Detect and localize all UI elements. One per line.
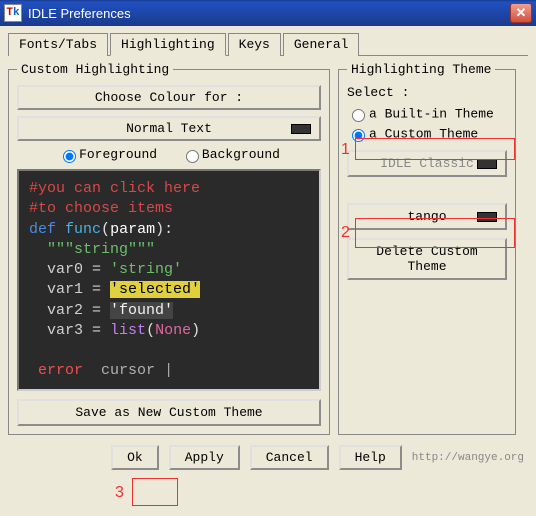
choose-colour-label: Choose Colour for : [95, 90, 243, 105]
app-icon: Tk [4, 4, 22, 22]
element-select-label: Normal Text [126, 121, 212, 136]
delete-custom-theme-button[interactable]: Delete Custom Theme [347, 238, 507, 280]
callout-3: 3 [115, 484, 124, 502]
select-label: Select : [347, 85, 507, 100]
close-button[interactable]: ✕ [510, 3, 532, 23]
cancel-button[interactable]: Cancel [250, 445, 329, 470]
ok-button[interactable]: Ok [111, 445, 159, 470]
custom-highlighting-group: Custom Highlighting Choose Colour for : … [8, 62, 330, 435]
footer-link: http://wangye.org [412, 452, 524, 464]
chevron-down-icon [477, 159, 497, 169]
builtin-theme-radio[interactable]: a Built-in Theme [347, 106, 507, 122]
chevron-down-icon [477, 212, 497, 222]
chevron-down-icon [291, 124, 311, 134]
custom-theme-combo[interactable]: tango [347, 203, 507, 230]
tab-bar: Fonts/Tabs Highlighting Keys General [8, 32, 528, 56]
titlebar: Tk IDLE Preferences ✕ [0, 0, 536, 26]
preview-code[interactable]: #you can click here #to choose items def… [17, 169, 321, 391]
builtin-theme-value: IDLE Classic [380, 156, 474, 171]
background-radio[interactable]: Background [181, 147, 280, 162]
foreground-radio[interactable]: Foreground [58, 147, 157, 162]
window-title: IDLE Preferences [28, 6, 131, 21]
callout-2: 2 [341, 224, 350, 242]
button-bar: Ok Apply Cancel Help http://wangye.org [8, 445, 528, 470]
tab-highlighting[interactable]: Highlighting [110, 33, 226, 56]
builtin-theme-combo: IDLE Classic [347, 150, 507, 177]
tab-fonts[interactable]: Fonts/Tabs [8, 33, 108, 56]
apply-button[interactable]: Apply [169, 445, 240, 470]
help-button[interactable]: Help [339, 445, 402, 470]
highlighting-theme-group: Highlighting Theme Select : a Built-in T… [338, 62, 516, 435]
tab-general[interactable]: General [283, 33, 360, 56]
save-custom-theme-button[interactable]: Save as New Custom Theme [17, 399, 321, 426]
tab-keys[interactable]: Keys [228, 33, 281, 56]
custom-highlighting-legend: Custom Highlighting [17, 62, 173, 77]
custom-theme-value: tango [407, 209, 446, 224]
highlighting-theme-legend: Highlighting Theme [347, 62, 495, 77]
fg-bg-radio-group: Foreground Background [17, 147, 321, 163]
custom-theme-radio[interactable]: a Custom Theme [347, 126, 507, 142]
element-select-button[interactable]: Normal Text [17, 116, 321, 141]
choose-colour-button[interactable]: Choose Colour for : [17, 85, 321, 110]
callout-box-3 [132, 478, 178, 506]
callout-1: 1 [341, 141, 350, 159]
